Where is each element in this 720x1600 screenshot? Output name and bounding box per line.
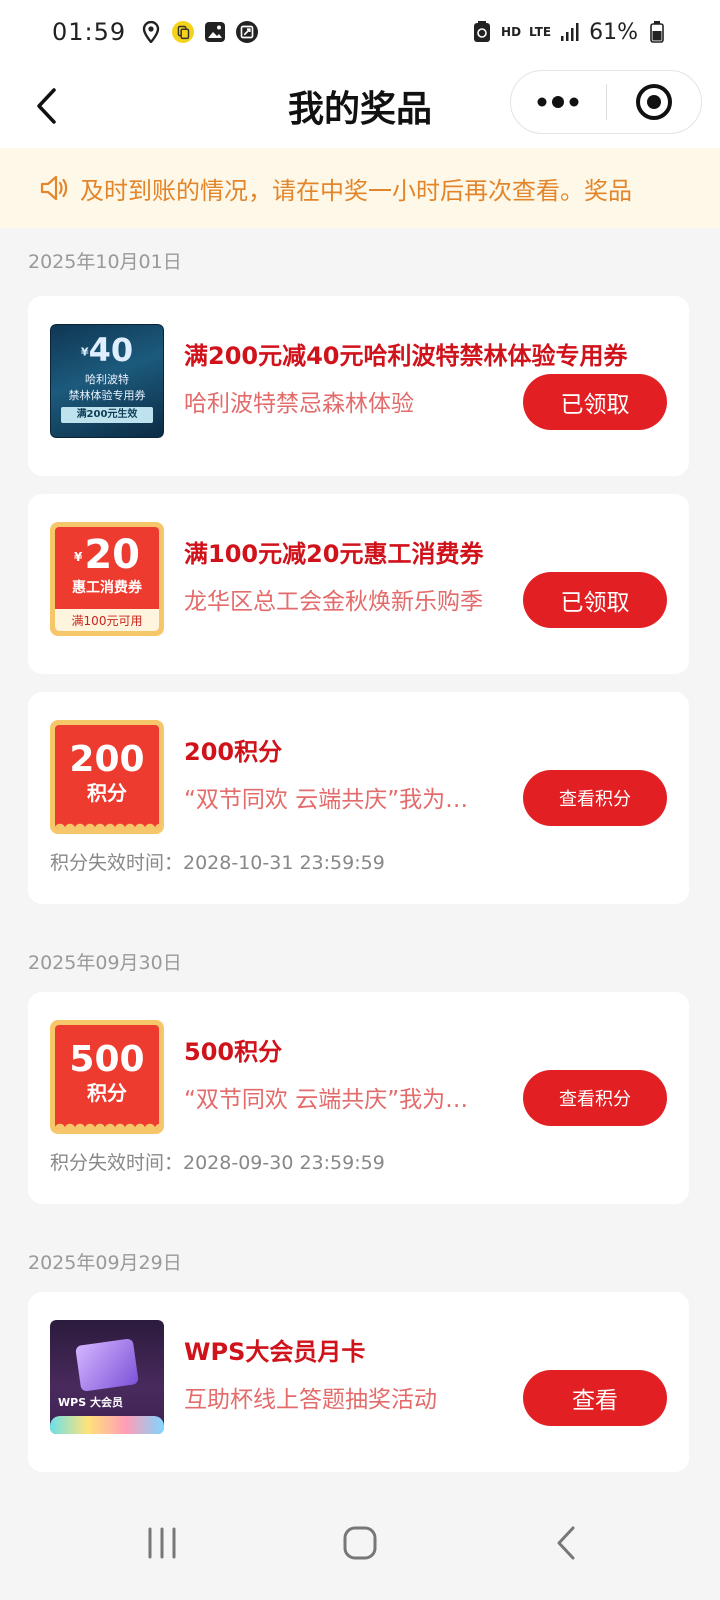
prize-thumbnail: ¥40 哈利波特 禁林体验专用券 满200元生效	[50, 324, 164, 438]
points-expire-time: 积分失效时间：2028-10-31 23:59:59	[50, 852, 385, 874]
prize-title: 满100元减20元惠工消费券	[184, 540, 484, 568]
prize-thumbnail: 200 积分	[50, 720, 164, 834]
thumb-amount: ¥40	[80, 331, 134, 369]
prize-card: WPS 大会员 WPS大会员月卡 互助杯线上答题抽奖活动 查看	[28, 1292, 689, 1472]
view-points-button[interactable]: 查看积分	[523, 1070, 667, 1126]
thumb-strip: 满200元生效	[61, 407, 153, 423]
status-notification-icons	[140, 21, 259, 43]
prize-title: WPS大会员月卡	[184, 1338, 366, 1366]
close-button[interactable]	[607, 71, 702, 133]
status-time: 01:59	[52, 18, 127, 46]
thumb-amount: 500	[69, 1039, 145, 1080]
wps-membership-image: WPS 大会员	[50, 1320, 164, 1434]
recent-apps-icon	[148, 1527, 176, 1559]
more-button[interactable]	[511, 71, 606, 133]
prize-card: 500 积分 500积分 “双节同欢 云端共庆”我为… 查看积分 积分失效时间：…	[28, 992, 689, 1204]
prize-title: 满200元减40元哈利波特禁林体验专用券	[184, 342, 628, 370]
harry-potter-coupon-image: ¥40 哈利波特 禁林体验专用券 满200元生效	[50, 324, 164, 438]
recycle-icon	[471, 21, 493, 43]
thumb-name: 惠工消费券	[72, 580, 142, 596]
prize-title: 200积分	[184, 738, 283, 766]
claimed-button[interactable]: 已领取	[523, 374, 667, 430]
recent-apps-button[interactable]	[132, 1518, 192, 1568]
notice-text: 及时到账的情况，请在中奖一小时后再次查看。奖品	[80, 176, 632, 205]
claimed-button[interactable]: 已领取	[523, 572, 667, 628]
thumb-unit: 积分	[87, 1081, 127, 1105]
more-dots-icon	[537, 96, 579, 108]
speaker-icon	[40, 175, 68, 201]
system-back-button[interactable]	[536, 1518, 596, 1568]
target-close-icon	[635, 84, 672, 120]
prize-thumbnail: ¥20 惠工消费券 满100元可用	[50, 522, 164, 636]
date-label: 2025年09月30日	[28, 952, 182, 974]
prize-subtitle: 哈利波特禁忌森林体验	[184, 391, 414, 417]
status-right-group: HD LTE 61%	[471, 20, 668, 45]
page-header: 我的奖品	[0, 64, 720, 148]
notice-banner: 及时到账的情况，请在中奖一小时后再次查看。奖品	[0, 148, 720, 228]
coupon-image: ¥20 惠工消费券 满100元可用	[50, 522, 164, 636]
view-points-button[interactable]: 查看积分	[523, 770, 667, 826]
date-label: 2025年09月29日	[28, 1252, 182, 1274]
prize-card: ¥20 惠工消费券 满100元可用 满100元减20元惠工消费券 龙华区总工会金…	[28, 494, 689, 674]
signal-icon	[559, 21, 581, 43]
prize-subtitle: 龙华区总工会金秋焕新乐购季	[184, 589, 483, 615]
battery-icon	[646, 21, 668, 43]
thumb-line1: 哈利波特	[85, 373, 129, 386]
screenshot-icon	[236, 21, 259, 43]
view-button[interactable]: 查看	[523, 1370, 667, 1426]
prize-card: 200 积分 200积分 “双节同欢 云端共庆”我为… 查看积分 积分失效时间：…	[28, 692, 689, 904]
hd-indicator: HD	[501, 25, 522, 39]
gallery-icon	[204, 21, 226, 43]
thumb-strip: 满100元可用	[55, 609, 159, 631]
prize-card: ¥40 哈利波特 禁林体验专用券 满200元生效 满200元减40元哈利波特禁林…	[28, 296, 689, 476]
back-icon	[557, 1526, 575, 1560]
thumb-unit: 积分	[87, 781, 127, 805]
status-bar: 01:59 HD LTE 61%	[0, 0, 720, 64]
thumb-wave-edge	[55, 819, 159, 829]
battery-percent: 61%	[589, 19, 638, 45]
wps-card-graphic	[75, 1338, 139, 1392]
prize-subtitle: 互助杯线上答题抽奖活动	[184, 1387, 437, 1413]
app-notification-icon	[172, 21, 195, 43]
points-image: 500 积分	[50, 1020, 164, 1134]
system-navigation-bar	[0, 1490, 720, 1600]
points-image: 200 积分	[50, 720, 164, 834]
prize-thumbnail: WPS 大会员	[50, 1320, 164, 1434]
date-label: 2025年10月01日	[28, 251, 182, 273]
thumb-amount: 200	[69, 739, 145, 780]
thumb-line2: 禁林体验专用券	[68, 389, 146, 402]
points-expire-time: 积分失效时间：2028-09-30 23:59:59	[50, 1152, 385, 1174]
lte-indicator: LTE	[529, 25, 552, 39]
thumb-amount: ¥20	[73, 532, 141, 578]
mini-program-capsule	[510, 70, 702, 134]
home-button[interactable]	[330, 1518, 390, 1568]
thumb-wave-edge	[55, 1119, 159, 1129]
prize-subtitle: “双节同欢 云端共庆”我为…	[184, 787, 469, 813]
prize-title: 500积分	[184, 1038, 283, 1066]
thumb-cloud-decor	[50, 1416, 164, 1434]
location-icon	[140, 21, 162, 43]
home-icon	[343, 1526, 377, 1560]
prize-subtitle: “双节同欢 云端共庆”我为…	[184, 1087, 469, 1113]
thumb-label: WPS 大会员	[58, 1396, 123, 1409]
prize-thumbnail: 500 积分	[50, 1020, 164, 1134]
